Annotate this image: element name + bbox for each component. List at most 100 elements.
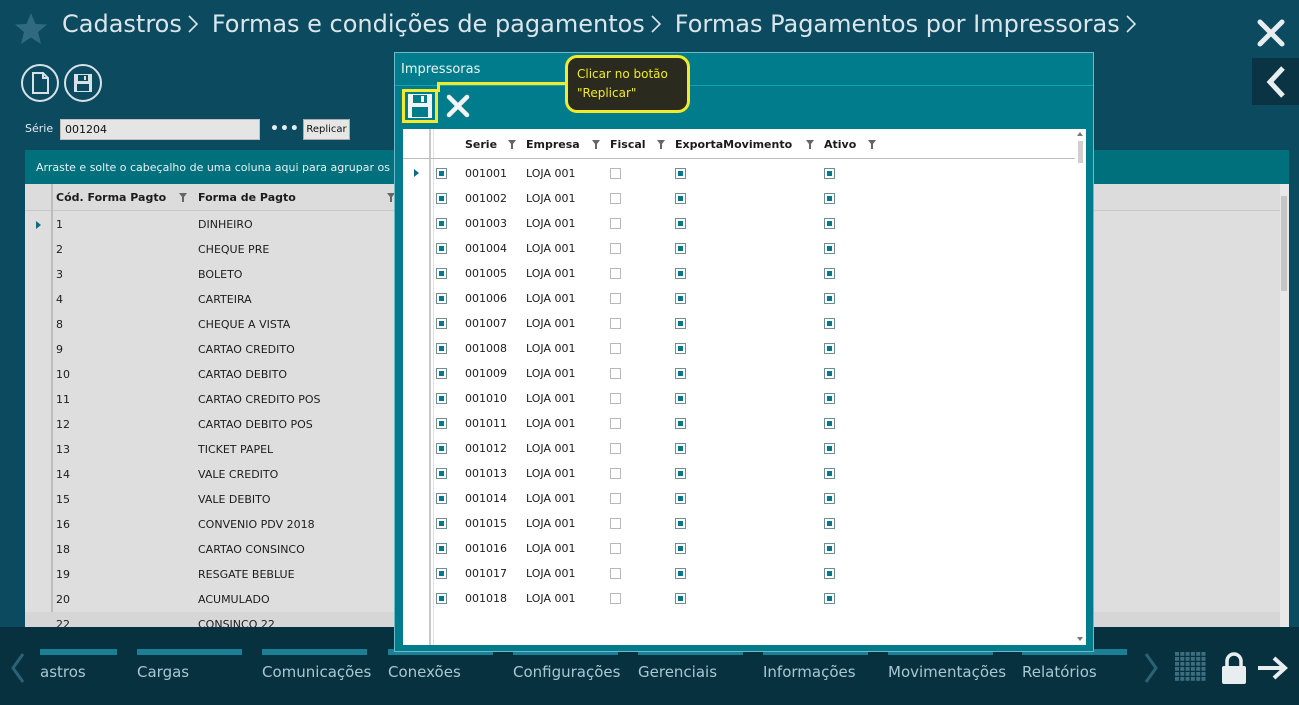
row-select-checkbox[interactable] xyxy=(436,518,447,529)
column-header-forma[interactable]: Forma de Pagto xyxy=(198,191,296,204)
row-select-checkbox[interactable] xyxy=(436,168,447,179)
serie-input[interactable] xyxy=(60,119,260,140)
checkbox-exporta[interactable] xyxy=(675,518,686,529)
checkbox-ativo[interactable] xyxy=(824,243,835,254)
row-select-checkbox[interactable] xyxy=(436,368,447,379)
checkbox-ativo[interactable] xyxy=(824,168,835,179)
table-row[interactable]: 001009 LOJA 001 xyxy=(403,360,1075,385)
checkbox-exporta[interactable] xyxy=(675,293,686,304)
nav-item[interactable]: Movimentações xyxy=(888,649,1006,689)
dialog-close-button[interactable] xyxy=(446,94,470,118)
lock-icon[interactable] xyxy=(1219,651,1249,685)
checkbox-fiscal[interactable] xyxy=(610,193,621,204)
checkbox-ativo[interactable] xyxy=(824,268,835,279)
checkbox-fiscal[interactable] xyxy=(610,443,621,454)
checkbox-fiscal[interactable] xyxy=(610,318,621,329)
checkbox-exporta[interactable] xyxy=(675,443,686,454)
checkbox-ativo[interactable] xyxy=(824,568,835,579)
checkbox-fiscal[interactable] xyxy=(610,568,621,579)
checkbox-ativo[interactable] xyxy=(824,193,835,204)
filter-icon[interactable] xyxy=(868,140,876,149)
checkbox-ativo[interactable] xyxy=(824,518,835,529)
scroll-thumb[interactable] xyxy=(1078,141,1083,163)
checkbox-exporta[interactable] xyxy=(675,343,686,354)
table-row[interactable]: 001011 LOJA 001 xyxy=(403,410,1075,435)
table-row[interactable]: 001012 LOJA 001 xyxy=(403,435,1075,460)
table-row[interactable]: 001008 LOJA 001 xyxy=(403,335,1075,360)
breadcrumb-item-formas-impressoras[interactable]: Formas Pagamentos por Impressoras xyxy=(675,10,1120,38)
breadcrumb-item-formas-condicoes[interactable]: Formas e condições de pagamentos xyxy=(212,10,645,38)
checkbox-exporta[interactable] xyxy=(675,368,686,379)
row-select-checkbox[interactable] xyxy=(436,468,447,479)
checkbox-fiscal[interactable] xyxy=(610,418,621,429)
row-select-checkbox[interactable] xyxy=(436,268,447,279)
row-select-checkbox[interactable] xyxy=(436,493,447,504)
table-row[interactable]: 001015 LOJA 001 xyxy=(403,510,1075,535)
checkbox-ativo[interactable] xyxy=(824,593,835,604)
checkbox-exporta[interactable] xyxy=(675,318,686,329)
column-header-exportamovimento[interactable]: ExportaMovimento xyxy=(675,138,792,151)
nav-item[interactable]: Comunicações xyxy=(262,649,371,689)
checkbox-fiscal[interactable] xyxy=(610,543,621,554)
column-header-serie[interactable]: Serie xyxy=(465,138,497,151)
checkbox-exporta[interactable] xyxy=(675,168,686,179)
nav-item[interactable]: Informações xyxy=(763,649,868,689)
table-row[interactable]: 001004 LOJA 001 xyxy=(403,235,1075,260)
checkbox-fiscal[interactable] xyxy=(610,368,621,379)
checkbox-ativo[interactable] xyxy=(824,443,835,454)
table-row[interactable]: 001014 LOJA 001 xyxy=(403,485,1075,510)
column-header-ativo[interactable]: Ativo xyxy=(824,138,856,151)
table-row[interactable]: 001010 LOJA 001 xyxy=(403,385,1075,410)
checkbox-ativo[interactable] xyxy=(824,343,835,354)
checkbox-exporta[interactable] xyxy=(675,193,686,204)
new-button[interactable] xyxy=(21,64,59,102)
checkbox-ativo[interactable] xyxy=(824,293,835,304)
row-select-checkbox[interactable] xyxy=(436,543,447,554)
table-row[interactable]: 001005 LOJA 001 xyxy=(403,260,1075,285)
checkbox-ativo[interactable] xyxy=(824,418,835,429)
checkbox-fiscal[interactable] xyxy=(610,268,621,279)
apps-grid-icon[interactable] xyxy=(1175,652,1207,682)
checkbox-exporta[interactable] xyxy=(675,418,686,429)
nav-item[interactable]: Cargas xyxy=(137,649,242,689)
table-row[interactable]: 001006 LOJA 001 xyxy=(403,285,1075,310)
column-header-cod[interactable]: Cód. Forma Pagto xyxy=(56,191,166,204)
scroll-thumb[interactable] xyxy=(1281,196,1287,291)
row-select-checkbox[interactable] xyxy=(436,293,447,304)
filter-icon[interactable] xyxy=(806,140,814,149)
table-row[interactable]: 001013 LOJA 001 xyxy=(403,460,1075,485)
row-select-checkbox[interactable] xyxy=(436,443,447,454)
checkbox-exporta[interactable] xyxy=(675,218,686,229)
column-header-fiscal[interactable]: Fiscal xyxy=(610,138,646,151)
arrow-right-icon[interactable] xyxy=(1256,655,1290,681)
checkbox-fiscal[interactable] xyxy=(610,218,621,229)
checkbox-exporta[interactable] xyxy=(675,468,686,479)
checkbox-exporta[interactable] xyxy=(675,243,686,254)
checkbox-fiscal[interactable] xyxy=(610,343,621,354)
row-select-checkbox[interactable] xyxy=(436,318,447,329)
checkbox-ativo[interactable] xyxy=(824,468,835,479)
checkbox-exporta[interactable] xyxy=(675,568,686,579)
filter-icon[interactable] xyxy=(657,140,665,149)
row-select-checkbox[interactable] xyxy=(436,568,447,579)
checkbox-fiscal[interactable] xyxy=(610,593,621,604)
table-row[interactable]: 001007 LOJA 001 xyxy=(403,310,1075,335)
breadcrumb-item-cadastros[interactable]: Cadastros xyxy=(62,10,182,38)
filter-icon[interactable] xyxy=(592,140,600,149)
star-icon[interactable] xyxy=(14,12,48,46)
table-row[interactable]: 001003 LOJA 001 xyxy=(403,210,1075,235)
row-select-checkbox[interactable] xyxy=(436,243,447,254)
row-select-checkbox[interactable] xyxy=(436,193,447,204)
checkbox-fiscal[interactable] xyxy=(610,168,621,179)
nav-item[interactable]: Relatórios xyxy=(1022,649,1127,689)
nav-item[interactable]: Gerenciais xyxy=(638,649,743,689)
chevron-right-icon[interactable] xyxy=(1143,652,1159,684)
checkbox-ativo[interactable] xyxy=(824,543,835,554)
checkbox-exporta[interactable] xyxy=(675,593,686,604)
nav-item[interactable]: Conexões xyxy=(388,649,493,689)
checkbox-fiscal[interactable] xyxy=(610,493,621,504)
row-select-checkbox[interactable] xyxy=(436,418,447,429)
checkbox-ativo[interactable] xyxy=(824,393,835,404)
back-button[interactable] xyxy=(1252,58,1299,105)
checkbox-ativo[interactable] xyxy=(824,218,835,229)
